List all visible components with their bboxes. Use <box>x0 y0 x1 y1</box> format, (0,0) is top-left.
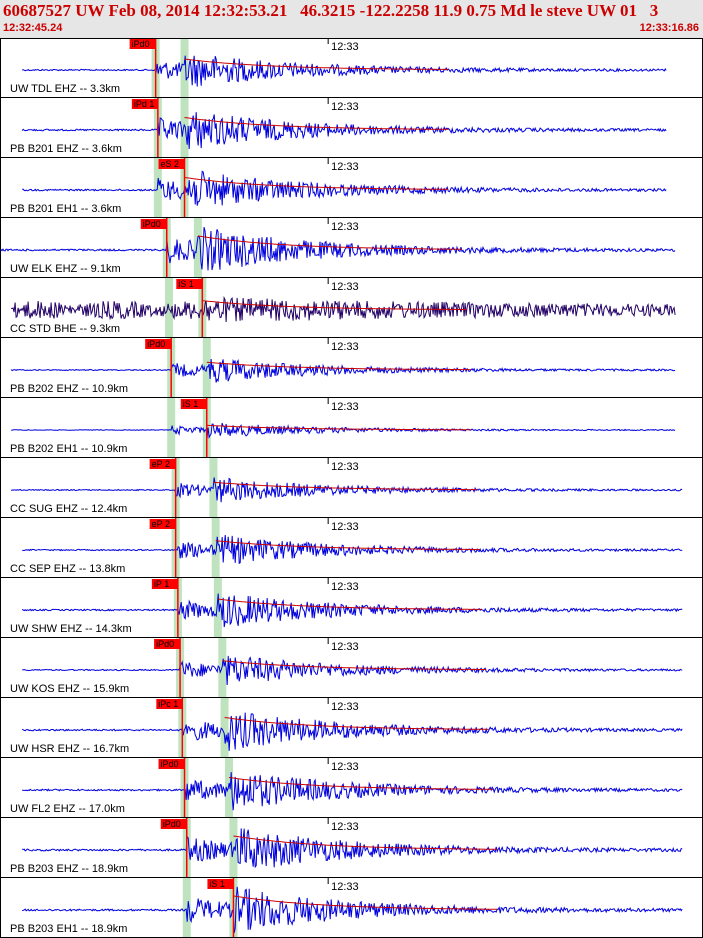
minute-label: 12:33 <box>331 461 359 473</box>
station-label: UW TDL EHZ -- 3.3km <box>10 83 120 95</box>
minute-label: 12:33 <box>331 41 359 53</box>
minute-label: 12:33 <box>331 161 359 173</box>
minute-label: 12:33 <box>331 221 359 233</box>
waveform <box>22 655 683 686</box>
seismogram-plot: iPd0 12:33 UW TDL EHZ -- 3.3km iPd 1 12:33 PB… <box>0 38 703 938</box>
pick-label: iPd0 <box>147 339 165 349</box>
minute-label: 12:33 <box>331 821 359 833</box>
trace-panel: iP 1 12:33 UW SHW EHZ -- 14.3km <box>0 578 703 638</box>
event-header: 60687527 UW Feb 08, 2014 12:32:53.21 46.… <box>0 0 703 38</box>
trace-panel: iS 1 12:33 PB B202 EH1 -- 10.9km <box>0 398 703 458</box>
trace-panel: iPd0 12:33 PB B203 EHZ -- 18.9km <box>0 818 703 878</box>
station-label: CC STD BHE -- 9.3km <box>10 323 120 335</box>
waveform <box>22 534 683 565</box>
waveform <box>10 358 676 383</box>
trace-panel: iPd0 12:33 UW TDL EHZ -- 3.3km <box>0 38 703 98</box>
pick-label: iPd0 <box>156 639 174 649</box>
minute-label: 12:33 <box>331 521 359 533</box>
trace-panel: iPc 1 12:33 UW HSR EHZ -- 16.7km <box>0 698 703 758</box>
station-label: UW FL2 EHZ -- 17.0km <box>10 803 125 815</box>
trace-panel: iPd0 12:33 UW FL2 EHZ -- 17.0km <box>0 758 703 818</box>
station-label: UW KOS EHZ -- 15.9km <box>10 683 129 695</box>
waveform <box>21 593 683 628</box>
station-label: PB B202 EHZ -- 10.9km <box>10 383 128 395</box>
event-title: 60687527 UW Feb 08, 2014 12:32:53.21 46.… <box>3 1 659 20</box>
trace-panel: iPd0 12:33 UW KOS EHZ -- 15.9km <box>0 638 703 698</box>
pick-label: iPd0 <box>143 219 161 229</box>
station-label: PB B201 EHZ -- 3.6km <box>10 143 122 155</box>
pick-label: eS 2 <box>161 159 180 169</box>
minute-label: 12:33 <box>331 401 359 413</box>
waveform <box>21 828 683 869</box>
waveform <box>11 422 676 439</box>
station-label: UW SHW EHZ -- 14.3km <box>10 623 132 635</box>
pick-label: iS 1 <box>209 879 225 889</box>
station-label: CC SUG EHZ -- 12.4km <box>10 503 127 515</box>
window-end-time: 12:33:16.86 <box>639 22 699 34</box>
minute-label: 12:33 <box>331 641 359 653</box>
minute-label: 12:33 <box>331 581 359 593</box>
coda-curve <box>222 660 487 670</box>
pick-label: eP 2 <box>152 519 170 529</box>
waveform <box>11 295 676 323</box>
waveform <box>21 55 667 87</box>
trace-panel: iS 1 12:33 PB B203 EH1 -- 18.9km <box>0 878 703 938</box>
station-label: PB B201 EH1 -- 3.6km <box>10 203 121 215</box>
pick-label: iPd0 <box>161 759 179 769</box>
station-label: CC SEP EHZ -- 13.8km <box>10 563 125 575</box>
waveform <box>22 170 667 206</box>
pick-label: iS 1 <box>183 399 199 409</box>
station-label: PB B203 EH1 -- 18.9km <box>10 923 127 935</box>
coda-curve <box>206 424 471 431</box>
minute-label: 12:33 <box>331 881 359 893</box>
waveform <box>10 477 683 503</box>
minute-label: 12:33 <box>331 761 359 773</box>
s-pick-window <box>213 578 222 638</box>
window-start-time: 12:32:45.24 <box>3 22 63 34</box>
trace-panel: eP 2 12:33 CC SUG EHZ -- 12.4km <box>0 458 703 518</box>
trace-panel: iPd 1 12:33 PB B201 EHZ -- 3.6km <box>0 98 703 158</box>
minute-label: 12:33 <box>331 701 359 713</box>
station-label: UW ELK EHZ -- 9.1km <box>10 263 121 275</box>
trace-panel: eP 2 12:33 CC SEP EHZ -- 13.8km <box>0 518 703 578</box>
pick-label: iPc 1 <box>158 699 178 709</box>
station-label: UW HSR EHZ -- 16.7km <box>10 743 129 755</box>
pick-label: iP 1 <box>154 579 169 589</box>
pick-label: iPd0 <box>132 39 150 49</box>
pick-label: iS 1 <box>178 279 194 289</box>
station-label: PB B202 EH1 -- 10.9km <box>10 443 127 455</box>
s-pick-window <box>220 698 229 758</box>
trace-panel: iPd0 12:33 PB B202 EHZ -- 10.9km <box>0 338 703 398</box>
station-label: PB B203 EHZ -- 18.9km <box>10 863 128 875</box>
coda-curve <box>184 117 449 130</box>
trace-panel: iS 1 12:33 CC STD BHE -- 9.3km <box>0 278 703 338</box>
trace-panel: eS 2 12:33 PB B201 EH1 -- 3.6km <box>0 158 703 218</box>
minute-label: 12:33 <box>331 281 359 293</box>
trace-panel: iPd0 12:33 UW ELK EHZ -- 9.1km <box>0 218 703 278</box>
pick-label: iPd0 <box>163 819 181 829</box>
pick-label: iPd 1 <box>134 99 155 109</box>
coda-curve <box>228 777 494 790</box>
minute-label: 12:33 <box>331 101 359 113</box>
pick-label: eP 2 <box>152 459 170 469</box>
minute-label: 12:33 <box>331 341 359 353</box>
